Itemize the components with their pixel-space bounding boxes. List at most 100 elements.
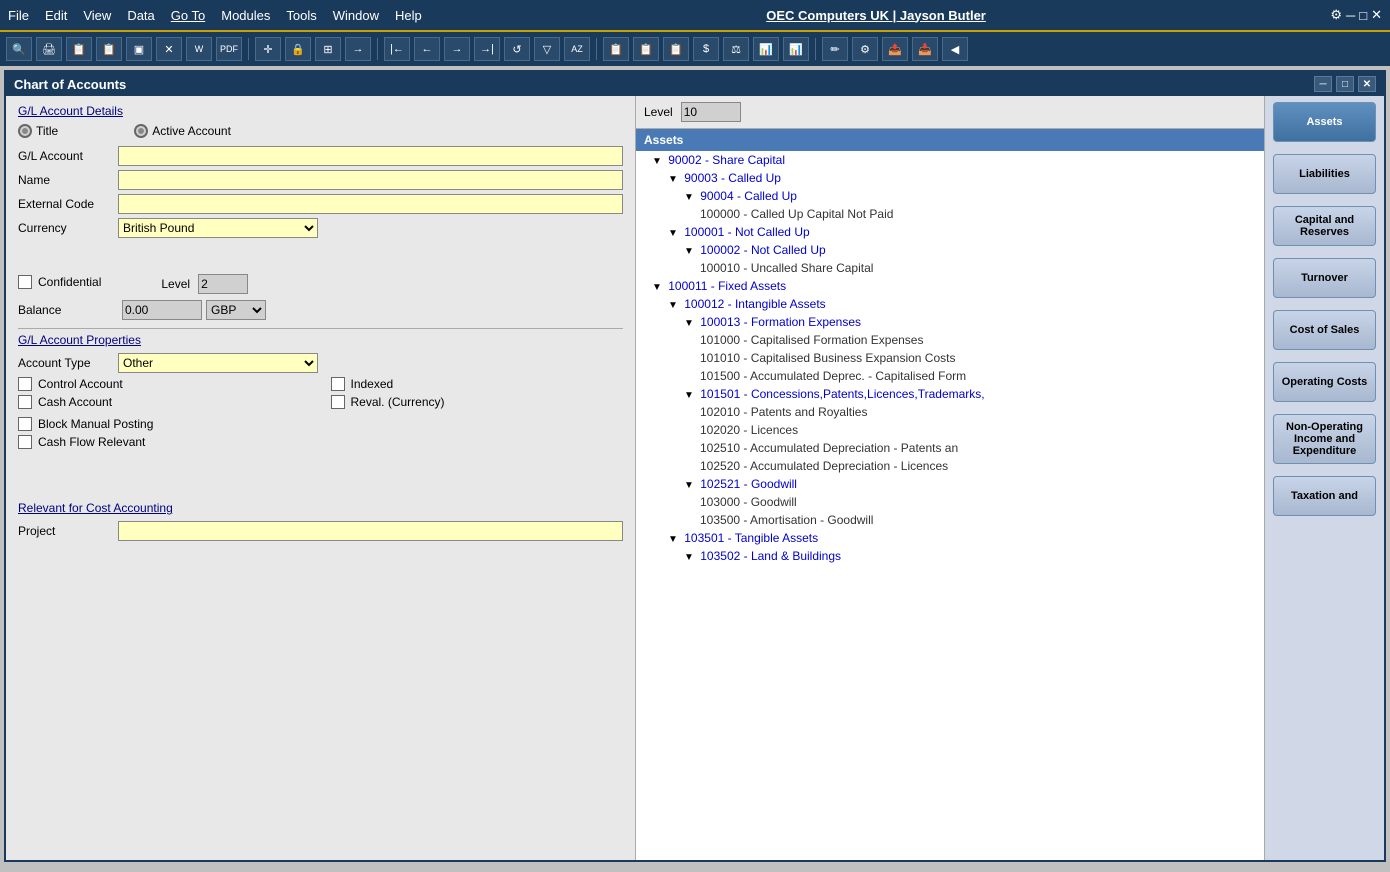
tree-item-100001[interactable]: ▼ 100001 - Not Called Up [636, 223, 1264, 241]
toolbar-arrow-right[interactable]: → [345, 37, 371, 61]
tree-item-102020[interactable]: 102020 - Licences [636, 421, 1264, 439]
tree-item-101500[interactable]: 101500 - Accumulated Deprec. - Capitalis… [636, 367, 1264, 385]
tab-capital-reserves[interactable]: Capital and Reserves [1273, 206, 1376, 246]
toolbar-export[interactable]: 📤 [882, 37, 908, 61]
menu-file[interactable]: File [8, 8, 29, 23]
block-manual-checkbox[interactable] [18, 417, 32, 431]
balance-input[interactable] [122, 300, 202, 320]
toolbar-currency[interactable]: $ [693, 37, 719, 61]
tree-item-100002[interactable]: ▼ 100002 - Not Called Up [636, 241, 1264, 259]
tab-assets[interactable]: Assets [1273, 102, 1376, 142]
tree-item-103500[interactable]: 103500 - Amortisation - Goodwill [636, 511, 1264, 529]
link-90003[interactable]: 90003 - Called Up [684, 171, 781, 185]
tree-item-102510[interactable]: 102510 - Accumulated Depreciation - Pate… [636, 439, 1264, 457]
toolbar-nav-prev[interactable]: ← [414, 37, 440, 61]
title-radio[interactable]: Title [18, 124, 58, 138]
tree-item-90002[interactable]: ▼ 90002 - Share Capital [636, 151, 1264, 169]
project-input[interactable] [118, 521, 623, 541]
tree-level-input[interactable] [681, 102, 741, 122]
toolbar-pdf[interactable]: PDF [216, 37, 242, 61]
tab-cost-of-sales[interactable]: Cost of Sales [1273, 310, 1376, 350]
tree-group-assets[interactable]: Assets [636, 129, 1264, 151]
menu-help[interactable]: Help [395, 8, 422, 23]
tree-item-100011[interactable]: ▼ 100011 - Fixed Assets [636, 277, 1264, 295]
coa-close[interactable]: ✕ [1358, 76, 1376, 92]
toolbar-sort[interactable]: AZ [564, 37, 590, 61]
toolbar-filter[interactable]: ▽ [534, 37, 560, 61]
control-account-checkbox[interactable] [18, 377, 32, 391]
menu-goto[interactable]: Go To [171, 8, 205, 23]
menu-view[interactable]: View [83, 8, 111, 23]
gl-account-properties-title[interactable]: G/L Account Properties [18, 333, 623, 347]
toolbar-report2[interactable]: 📊 [783, 37, 809, 61]
tree-item-100013[interactable]: ▼ 100013 - Formation Expenses [636, 313, 1264, 331]
menu-window[interactable]: Window [333, 8, 379, 23]
link-90004[interactable]: 90004 - Called Up [700, 189, 797, 203]
link-101501[interactable]: 101501 - Concessions,Patents,Licences,Tr… [700, 387, 984, 401]
account-type-select[interactable]: Other Revenue Expenditure Asset Liabilit… [118, 353, 318, 373]
coa-maximize[interactable]: □ [1336, 76, 1354, 92]
toolbar-refresh[interactable]: ↺ [504, 37, 530, 61]
toolbar-copy1[interactable]: 📋 [66, 37, 92, 61]
toolbar-frame[interactable]: ▣ [126, 37, 152, 61]
tree-item-103502[interactable]: ▼ 103502 - Land & Buildings [636, 547, 1264, 565]
link-100013[interactable]: 100013 - Formation Expenses [700, 315, 861, 329]
link-100011[interactable]: 100011 - Fixed Assets [668, 279, 786, 293]
tree-item-100012[interactable]: ▼ 100012 - Intangible Assets [636, 295, 1264, 313]
toolbar-word[interactable]: W [186, 37, 212, 61]
close-icon[interactable]: ✕ [1371, 7, 1382, 23]
tab-taxation[interactable]: Taxation and [1273, 476, 1376, 516]
settings-icon[interactable]: ⚙ [1330, 7, 1342, 23]
indexed-checkbox[interactable] [331, 377, 345, 391]
toolbar-back[interactable]: ◀ [942, 37, 968, 61]
menu-data[interactable]: Data [127, 8, 154, 23]
toolbar-copy3[interactable]: 📋 [603, 37, 629, 61]
reval-checkbox[interactable] [331, 395, 345, 409]
toolbar-close[interactable]: ✕ [156, 37, 182, 61]
toolbar-print[interactable]: 🖨 [36, 37, 62, 61]
tree-item-103501[interactable]: ▼ 103501 - Tangible Assets [636, 529, 1264, 547]
link-100001[interactable]: 100001 - Not Called Up [684, 225, 809, 239]
link-102521[interactable]: 102521 - Goodwill [700, 477, 797, 491]
toolbar-move[interactable]: ✛ [255, 37, 281, 61]
tree-item-101501[interactable]: ▼ 101501 - Concessions,Patents,Licences,… [636, 385, 1264, 403]
link-100012[interactable]: 100012 - Intangible Assets [684, 297, 825, 311]
menu-modules[interactable]: Modules [221, 8, 270, 23]
toolbar-settings[interactable]: ⚙ [852, 37, 878, 61]
tree-item-101000[interactable]: 101000 - Capitalised Formation Expenses [636, 331, 1264, 349]
toolbar-nav-first[interactable]: |← [384, 37, 410, 61]
link-103501[interactable]: 103501 - Tangible Assets [684, 531, 818, 545]
tab-non-operating[interactable]: Non-Operating Income and Expenditure [1273, 414, 1376, 464]
toolbar-nav-last[interactable]: →| [474, 37, 500, 61]
tree-item-100010[interactable]: 100010 - Uncalled Share Capital [636, 259, 1264, 277]
link-100002[interactable]: 100002 - Not Called Up [700, 243, 825, 257]
toolbar-lock[interactable]: 🔒 [285, 37, 311, 61]
confidential-checkbox[interactable] [18, 275, 32, 289]
level-input[interactable] [198, 274, 248, 294]
toolbar-import[interactable]: 📥 [912, 37, 938, 61]
gl-account-input[interactable] [118, 146, 623, 166]
tab-liabilities[interactable]: Liabilities [1273, 154, 1376, 194]
name-input[interactable] [118, 170, 623, 190]
tree-item-90004[interactable]: ▼ 90004 - Called Up [636, 187, 1264, 205]
cash-account-checkbox[interactable] [18, 395, 32, 409]
tree-item-101010[interactable]: 101010 - Capitalised Business Expansion … [636, 349, 1264, 367]
toolbar-edit[interactable]: ✏ [822, 37, 848, 61]
cost-accounting-title[interactable]: Relevant for Cost Accounting [18, 501, 623, 515]
coa-minimize[interactable]: ─ [1314, 76, 1332, 92]
minimize-icon[interactable]: ─ [1346, 8, 1355, 23]
toolbar-balance[interactable]: ⚖ [723, 37, 749, 61]
balance-currency-select[interactable]: GBP [206, 300, 266, 320]
external-code-input[interactable] [118, 194, 623, 214]
link-103502[interactable]: 103502 - Land & Buildings [700, 549, 841, 563]
cash-flow-checkbox[interactable] [18, 435, 32, 449]
toolbar-report1[interactable]: 📊 [753, 37, 779, 61]
tree-item-102010[interactable]: 102010 - Patents and Royalties [636, 403, 1264, 421]
tree-item-100000[interactable]: 100000 - Called Up Capital Not Paid [636, 205, 1264, 223]
menu-tools[interactable]: Tools [286, 8, 316, 23]
currency-select[interactable]: British Pound US Dollar Euro [118, 218, 318, 238]
toolbar-grid[interactable]: ⊞ [315, 37, 341, 61]
tab-operating-costs[interactable]: Operating Costs [1273, 362, 1376, 402]
toolbar-search[interactable]: 🔍 [6, 37, 32, 61]
link-90002[interactable]: 90002 - Share Capital [668, 153, 785, 167]
